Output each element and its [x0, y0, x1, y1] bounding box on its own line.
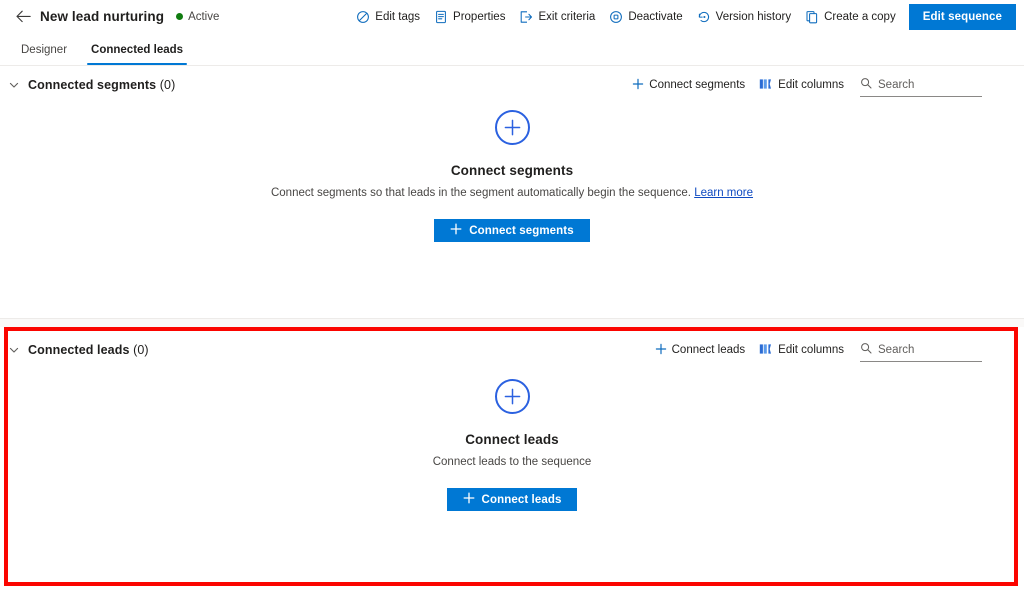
- page-title: New lead nurturing: [40, 9, 165, 24]
- connected-segments-header: Connected segments (0) Connect segments: [0, 68, 1024, 102]
- leads-empty-description: Connect leads to the sequence: [432, 456, 592, 468]
- connect-leads-action-label: Connect leads: [671, 344, 746, 356]
- status-badge: Active: [176, 11, 219, 23]
- columns-icon: [759, 343, 773, 358]
- properties-button[interactable]: Properties: [427, 4, 512, 30]
- connected-segments-actions: Connect segments Edit columns: [626, 68, 982, 102]
- leads-search-box[interactable]: [860, 338, 982, 362]
- segments-empty-description-text: Connect segments so that leads in the se…: [270, 187, 691, 199]
- columns-icon: [759, 78, 773, 93]
- copy-icon: [805, 10, 819, 24]
- leads-empty-title: Connect leads: [465, 432, 559, 447]
- connected-leads-title: Connected leads (0): [28, 343, 149, 357]
- connect-segments-action-label: Connect segments: [649, 79, 746, 91]
- edit-columns-segments-action[interactable]: Edit columns: [753, 73, 850, 97]
- connected-segments-title-text: Connected segments: [28, 78, 157, 92]
- deactivate-icon: [609, 10, 623, 24]
- deactivate-button[interactable]: Deactivate: [602, 4, 689, 30]
- plus-icon: [655, 343, 667, 358]
- version-history-label: Version history: [715, 10, 792, 23]
- connected-segments-title: Connected segments (0): [28, 78, 175, 92]
- segments-empty-title: Connect segments: [450, 163, 574, 178]
- chevron-down-icon[interactable]: [0, 79, 28, 91]
- chevron-down-icon[interactable]: [0, 344, 28, 356]
- plus-circle-icon: [494, 110, 530, 145]
- edit-columns-leads-label: Edit columns: [778, 344, 844, 356]
- version-history-button[interactable]: Version history: [690, 4, 798, 30]
- connected-segments-count: (0): [159, 78, 176, 92]
- tab-connected-leads[interactable]: Connected leads: [87, 44, 188, 65]
- deactivate-label: Deactivate: [628, 10, 683, 23]
- tab-connected-leads-label: Connected leads: [91, 44, 184, 56]
- segments-search-input[interactable]: [878, 78, 974, 91]
- command-bar: New lead nurturing Active Edit tags Prop…: [0, 0, 1024, 33]
- command-bar-actions: Edit tags Properties Exit criteria Deact…: [349, 0, 1016, 33]
- connect-leads-cta-button[interactable]: Connect leads: [446, 488, 578, 511]
- exit-criteria-label: Exit criteria: [538, 10, 596, 23]
- connected-leads-title-text: Connected leads: [28, 343, 130, 357]
- leads-search-input[interactable]: [878, 343, 974, 356]
- create-a-copy-label: Create a copy: [824, 10, 896, 23]
- tab-designer[interactable]: Designer: [17, 44, 71, 65]
- plus-icon: [450, 223, 462, 238]
- tag-icon: [356, 10, 370, 24]
- status-dot-icon: [176, 13, 184, 20]
- segments-empty-description: Connect segments so that leads in the se…: [271, 187, 753, 199]
- connected-leads-actions: Connect leads Edit columns: [649, 333, 982, 367]
- connect-leads-cta-label: Connect leads: [481, 493, 562, 506]
- connect-segments-cta-button[interactable]: Connect segments: [434, 219, 590, 242]
- edit-tags-button[interactable]: Edit tags: [349, 4, 427, 30]
- history-icon: [697, 10, 711, 24]
- plus-circle-icon: [494, 379, 530, 414]
- search-icon: [860, 76, 872, 94]
- segments-empty-state: Connect segments Connect segments so tha…: [0, 110, 1024, 242]
- exit-icon: [519, 10, 533, 24]
- connect-segments-cta-label: Connect segments: [469, 224, 574, 237]
- app-root: New lead nurturing Active Edit tags Prop…: [0, 0, 1024, 594]
- connected-segments-section: Connected segments (0) Connect segments: [0, 66, 1024, 318]
- learn-more-link[interactable]: Learn more: [694, 187, 753, 199]
- edit-sequence-button[interactable]: Edit sequence: [908, 3, 1016, 30]
- tab-designer-label: Designer: [21, 44, 68, 56]
- create-a-copy-button[interactable]: Create a copy: [798, 4, 903, 30]
- connect-segments-action[interactable]: Connect segments: [626, 73, 751, 97]
- back-arrow-icon[interactable]: [8, 10, 38, 23]
- plus-icon: [632, 78, 644, 93]
- plus-icon: [463, 492, 475, 507]
- segments-search-box[interactable]: [860, 73, 982, 97]
- status-label: Active: [188, 10, 220, 23]
- connected-leads-section: Connected leads (0) Connect leads Edit c…: [0, 327, 1024, 585]
- connected-leads-count: (0): [133, 343, 149, 357]
- edit-columns-leads-action[interactable]: Edit columns: [753, 338, 850, 362]
- exit-criteria-button[interactable]: Exit criteria: [512, 4, 602, 30]
- document-icon: [434, 10, 448, 24]
- section-divider: [0, 318, 1024, 327]
- edit-tags-label: Edit tags: [375, 10, 421, 23]
- properties-label: Properties: [453, 10, 506, 23]
- search-icon: [860, 341, 872, 359]
- connected-leads-header: Connected leads (0) Connect leads Edit c…: [0, 333, 1024, 367]
- connect-leads-action[interactable]: Connect leads: [649, 338, 752, 362]
- edit-columns-segments-label: Edit columns: [778, 79, 844, 91]
- leads-empty-state: Connect leads Connect leads to the seque…: [0, 379, 1024, 511]
- tab-strip: Designer Connected leads: [0, 33, 1024, 66]
